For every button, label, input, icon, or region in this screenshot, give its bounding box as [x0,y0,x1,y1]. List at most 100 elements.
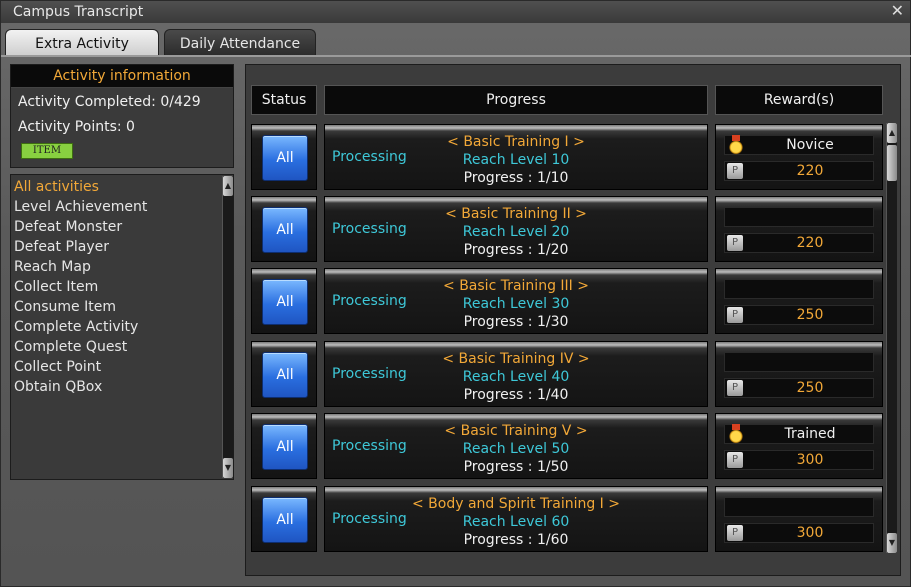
scroll-down-icon[interactable]: ▼ [887,533,897,553]
table-row: All Processing < Basic Training I > Reac… [251,124,883,190]
reward-cell: P 250 [715,341,883,407]
reward-title: Trained [784,426,836,442]
reward-points: 220 [796,163,824,179]
reward-points-slot[interactable]: P 220 [724,233,874,253]
reward-cell: P 250 [715,268,883,334]
category-item[interactable]: Level Achievement [14,199,147,215]
category-item[interactable]: Defeat Monster [14,219,122,235]
column-header-rewards: Reward(s) [715,85,883,115]
reward-title-slot[interactable] [724,352,874,372]
medal-icon [727,135,745,155]
reward-title-slot[interactable] [724,497,874,517]
window-title: Campus Transcript [13,4,144,20]
table-row: All Processing < Body and Spirit Trainin… [251,486,883,552]
reward-points: 300 [796,452,824,468]
table-row: All Processing < Basic Training V > Reac… [251,413,883,479]
points-icon: P [727,525,743,541]
table-row: All Processing < Basic Training III > Re… [251,268,883,334]
points-icon: P [727,163,743,179]
category-item[interactable]: Obtain QBox [14,379,102,395]
tab-divider [1,55,911,57]
points-icon: P [727,235,743,251]
category-item[interactable]: Defeat Player [14,239,109,255]
status-cell: All [251,413,317,479]
activity-goal: Reach Level 20 [462,224,570,240]
points-icon: P [727,380,743,396]
all-button[interactable]: All [262,279,308,325]
reward-points: 250 [796,307,824,323]
activity-name: < Body and Spirit Training I > [411,496,620,512]
scroll-up-icon[interactable]: ▲ [887,123,897,143]
category-list: All activities Level Achievement Defeat … [10,174,234,480]
reward-title-slot[interactable] [724,279,874,299]
all-button[interactable]: All [262,497,308,543]
reward-title-slot[interactable]: Novice [724,135,874,155]
category-item[interactable]: Complete Activity [14,319,138,335]
activity-name: < Basic Training V > [444,423,588,439]
item-badge[interactable]: ITEM [21,143,73,159]
activity-progress: Progress : 1/30 [463,314,569,330]
activity-progress: Progress : 1/20 [463,242,569,258]
category-item[interactable]: Reach Map [14,259,91,275]
progress-cell: Processing < Basic Training III > Reach … [324,268,708,334]
activity-name: < Basic Training III > [443,278,589,294]
medal-icon [727,424,745,444]
progress-cell: Processing < Basic Training V > Reach Le… [324,413,708,479]
close-icon[interactable]: ✕ [891,1,904,20]
status-cell: All [251,268,317,334]
all-button[interactable]: All [262,352,308,398]
all-button[interactable]: All [262,207,308,253]
points-icon: P [727,307,743,323]
status-cell: All [251,341,317,407]
progress-cell: Processing < Basic Training II > Reach L… [324,196,708,262]
scroll-down-icon[interactable]: ▼ [223,458,233,478]
reward-points: 250 [796,380,824,396]
category-scrollbar[interactable]: ▲ ▼ [222,176,233,478]
reward-cell: P 300 [715,486,883,552]
campus-transcript-window: Campus Transcript ✕ Extra Activity Daily… [0,0,911,587]
tab-daily-attendance[interactable]: Daily Attendance [164,29,316,55]
activity-progress: Progress : 1/60 [463,532,569,548]
reward-title-slot[interactable] [724,207,874,227]
reward-points: 300 [796,525,824,541]
activity-name: < Basic Training I > [447,134,585,150]
activity-info-panel: Activity information Activity Completed:… [10,64,234,168]
reward-cell: Novice P 220 [715,124,883,190]
category-item[interactable]: Complete Quest [14,339,127,355]
category-item[interactable]: Collect Item [14,279,98,295]
tab-extra-activity[interactable]: Extra Activity [5,29,159,55]
activity-goal: Reach Level 10 [462,152,570,168]
activity-progress: Progress : 1/50 [463,459,569,475]
scroll-up-icon[interactable]: ▲ [223,176,233,196]
status-cell: All [251,486,317,552]
category-item[interactable]: Collect Point [14,359,101,375]
all-button[interactable]: All [262,135,308,181]
points-icon: P [727,452,743,468]
column-header-status: Status [251,85,317,115]
progress-cell: Processing < Basic Training IV > Reach L… [324,341,708,407]
reward-points-slot[interactable]: P 300 [724,523,874,543]
reward-points-slot[interactable]: P 250 [724,378,874,398]
title-bar[interactable]: Campus Transcript ✕ [1,1,910,23]
reward-points-slot[interactable]: P 300 [724,450,874,470]
activity-points: Activity Points: 0 [18,119,135,135]
reward-title: Novice [786,137,834,153]
activity-progress: Progress : 1/40 [463,387,569,403]
progress-cell: Processing < Body and Spirit Training I … [324,486,708,552]
scroll-thumb[interactable] [887,145,897,181]
all-button[interactable]: All [262,424,308,470]
activity-name: < Basic Training II > [445,206,587,222]
activity-goal: Reach Level 50 [462,441,570,457]
activity-completed-count: Activity Completed: 0/429 [18,94,201,110]
status-cell: All [251,196,317,262]
category-item[interactable]: Consume Item [14,299,116,315]
reward-title-slot[interactable]: Trained [724,424,874,444]
category-item[interactable]: All activities [14,179,99,195]
reward-cell: P 220 [715,196,883,262]
table-scrollbar[interactable]: ▲ ▼ [886,123,897,553]
activity-goal: Reach Level 40 [462,369,570,385]
activity-goal: Reach Level 30 [462,296,570,312]
activity-info-header: Activity information [11,65,233,88]
reward-points-slot[interactable]: P 220 [724,161,874,181]
reward-points-slot[interactable]: P 250 [724,305,874,325]
